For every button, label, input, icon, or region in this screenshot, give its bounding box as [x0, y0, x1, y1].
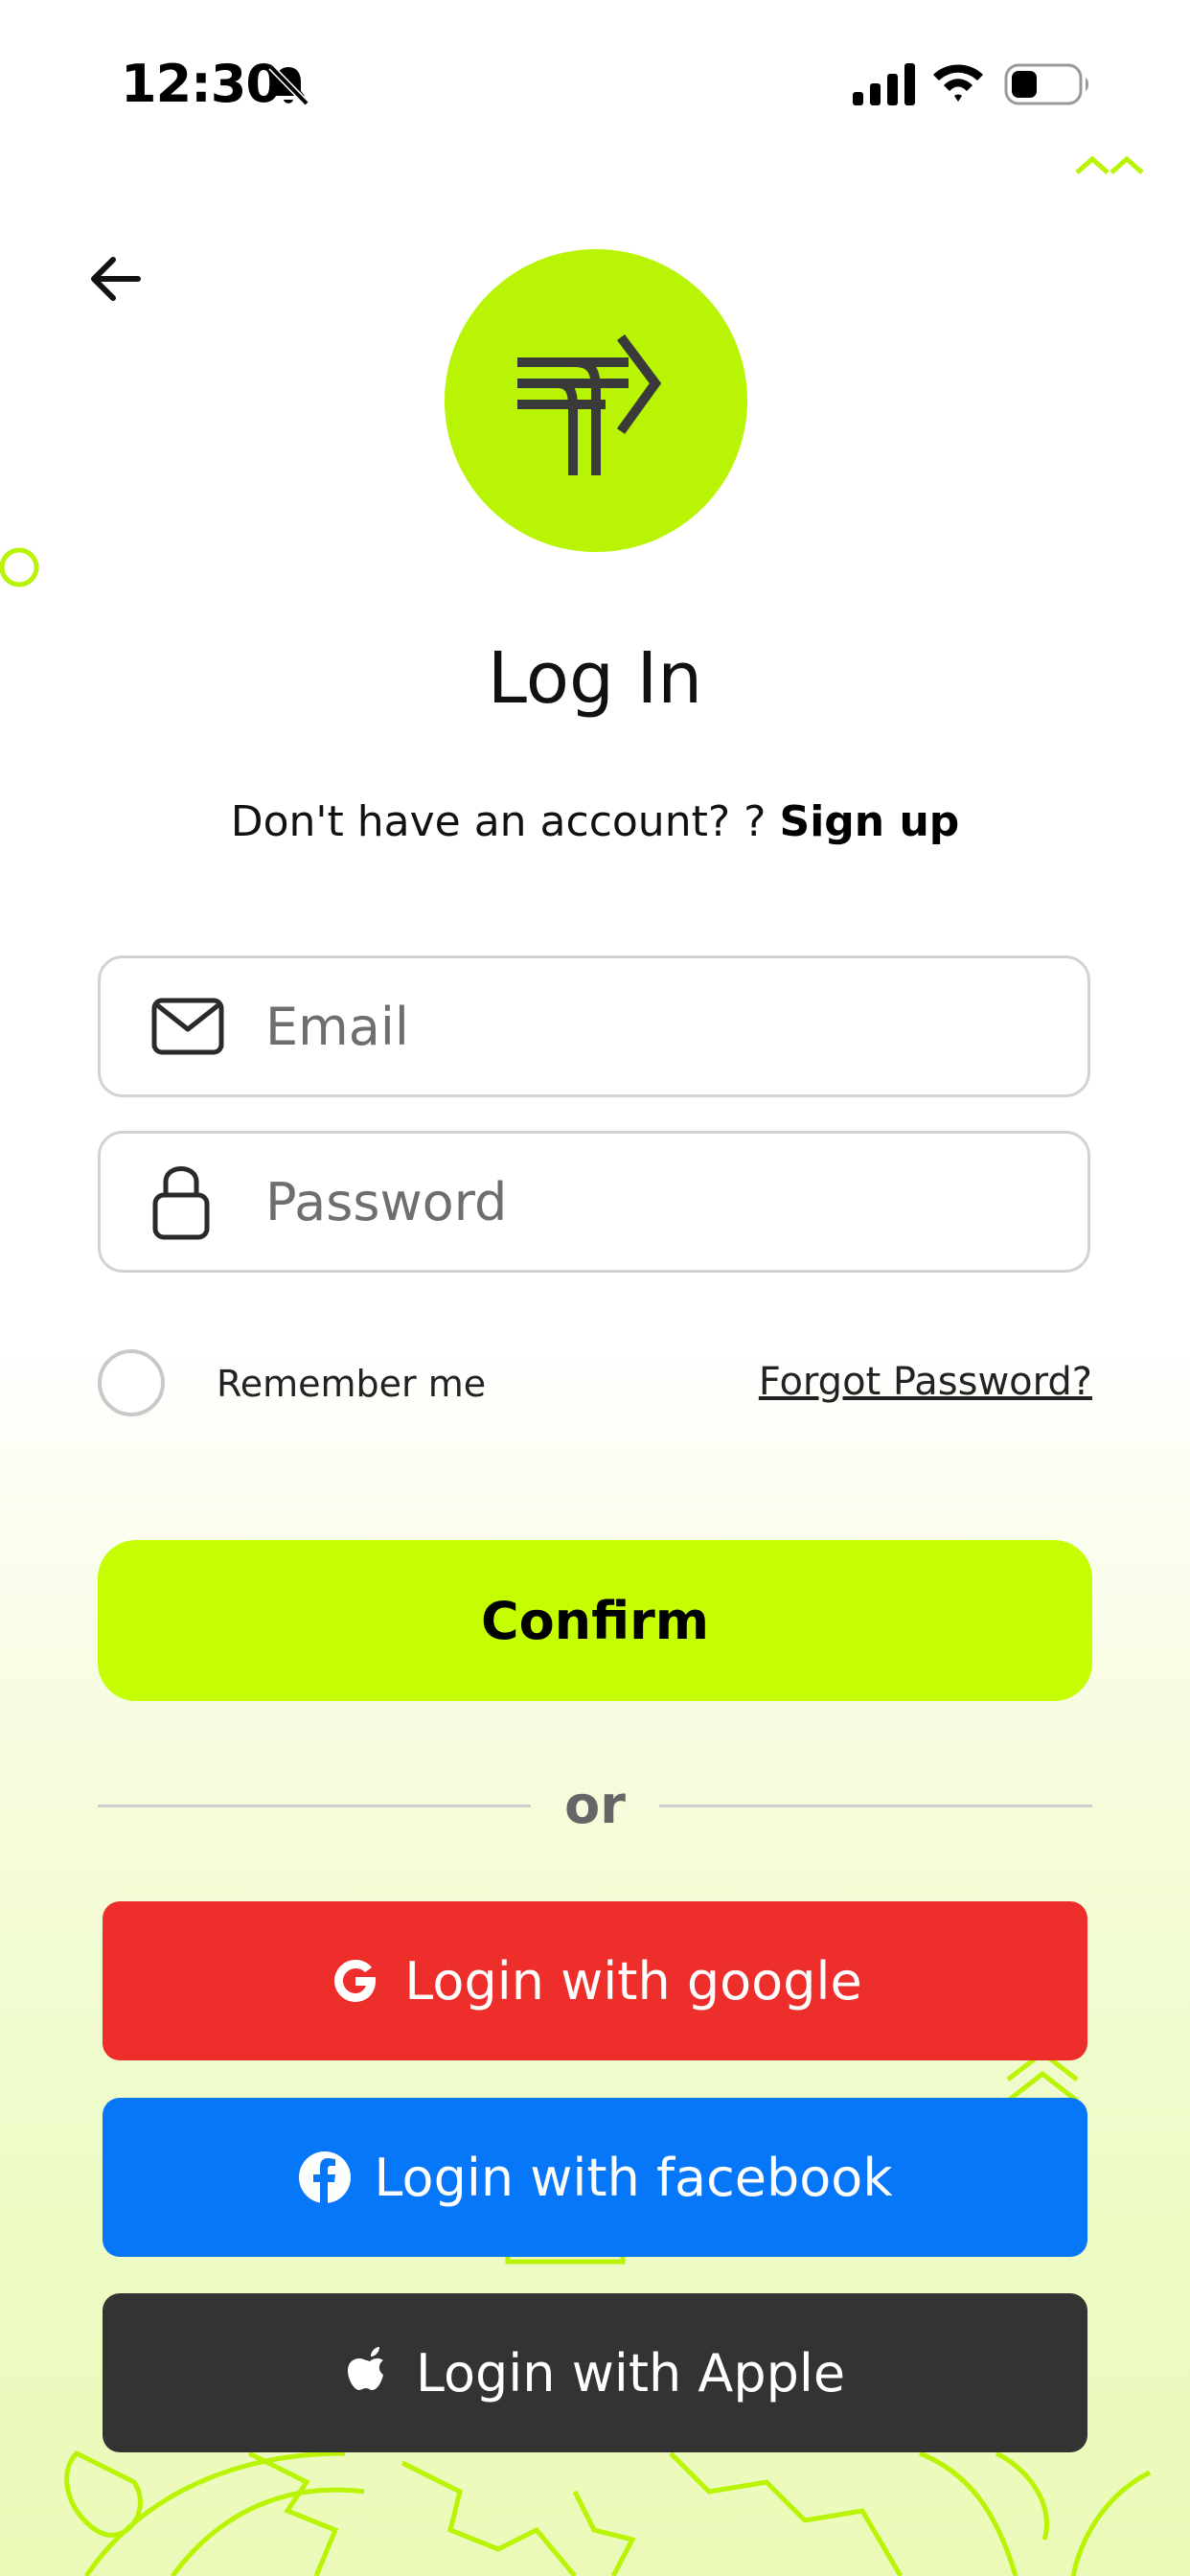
- logo-mark-icon: [517, 334, 662, 475]
- facebook-login-button[interactable]: Login with facebook: [103, 2098, 1087, 2257]
- signup-prompt-text: Don't have an account? ?: [230, 797, 767, 846]
- facebook-login-label: Login with facebook: [374, 2147, 893, 2208]
- arrow-left-icon: [91, 257, 141, 301]
- email-field[interactable]: [98, 955, 1090, 1097]
- apple-icon: [345, 2344, 395, 2402]
- wifi-icon: [933, 64, 983, 102]
- or-divider-label: or: [564, 1775, 626, 1835]
- google-login-button[interactable]: Login with google: [103, 1901, 1087, 2060]
- signup-prompt: Don't have an account? ? Sign up: [0, 797, 1190, 846]
- remember-me-radio[interactable]: [98, 1349, 165, 1416]
- mail-icon: [150, 997, 237, 1056]
- lock-icon: [150, 1162, 237, 1241]
- confirm-button[interactable]: Confirm: [98, 1540, 1092, 1701]
- facebook-icon: [297, 2150, 353, 2205]
- apple-login-label: Login with Apple: [415, 2342, 846, 2404]
- battery-icon: [1004, 63, 1088, 105]
- signup-link[interactable]: Sign up: [780, 797, 960, 846]
- app-logo: [445, 249, 747, 552]
- google-icon: [328, 1953, 383, 2009]
- email-input[interactable]: [263, 995, 1034, 1058]
- status-time: 12:30: [121, 54, 282, 114]
- bell-muted-icon: [268, 64, 309, 106]
- google-login-label: Login with google: [404, 1950, 862, 2012]
- divider-line-right: [659, 1805, 1092, 1807]
- password-field[interactable]: [98, 1131, 1090, 1273]
- apple-login-button[interactable]: Login with Apple: [103, 2293, 1087, 2452]
- back-button[interactable]: [77, 245, 153, 312]
- cellular-signal-icon: [853, 63, 915, 105]
- page-title: Log In: [487, 637, 703, 720]
- password-input[interactable]: [263, 1170, 1034, 1233]
- divider-line-left: [98, 1805, 531, 1807]
- remember-me-label[interactable]: Remember me: [217, 1363, 486, 1405]
- forgot-password-link[interactable]: Forgot Password?: [759, 1360, 1092, 1404]
